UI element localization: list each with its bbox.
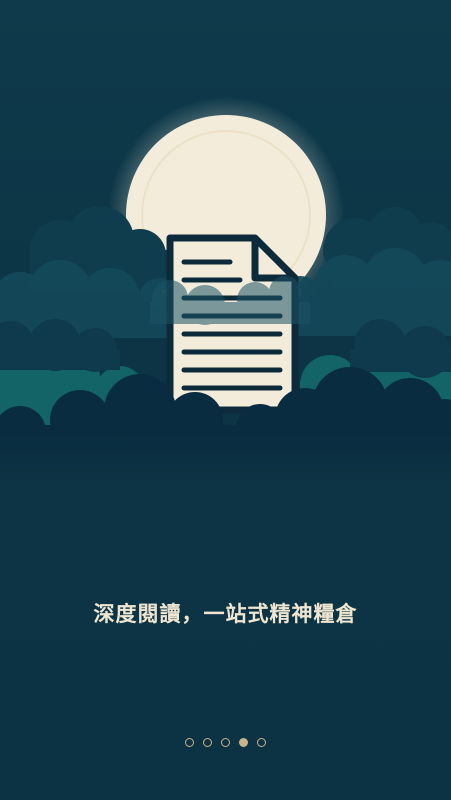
page-indicator[interactable] [0,738,451,747]
page-dot-3[interactable] [221,738,230,747]
page-dot-4-active[interactable] [239,738,248,747]
page-dot-2[interactable] [203,738,212,747]
fog-fade [0,430,451,480]
page-dot-1[interactable] [185,738,194,747]
moon-clouds-illustration [0,97,451,480]
onboarding-tagline: 深度閱讀，一站式精神糧倉 [93,601,358,626]
page-dot-5[interactable] [257,738,266,747]
onboarding-screen: 深度閱讀，一站式精神糧倉 [0,0,451,800]
